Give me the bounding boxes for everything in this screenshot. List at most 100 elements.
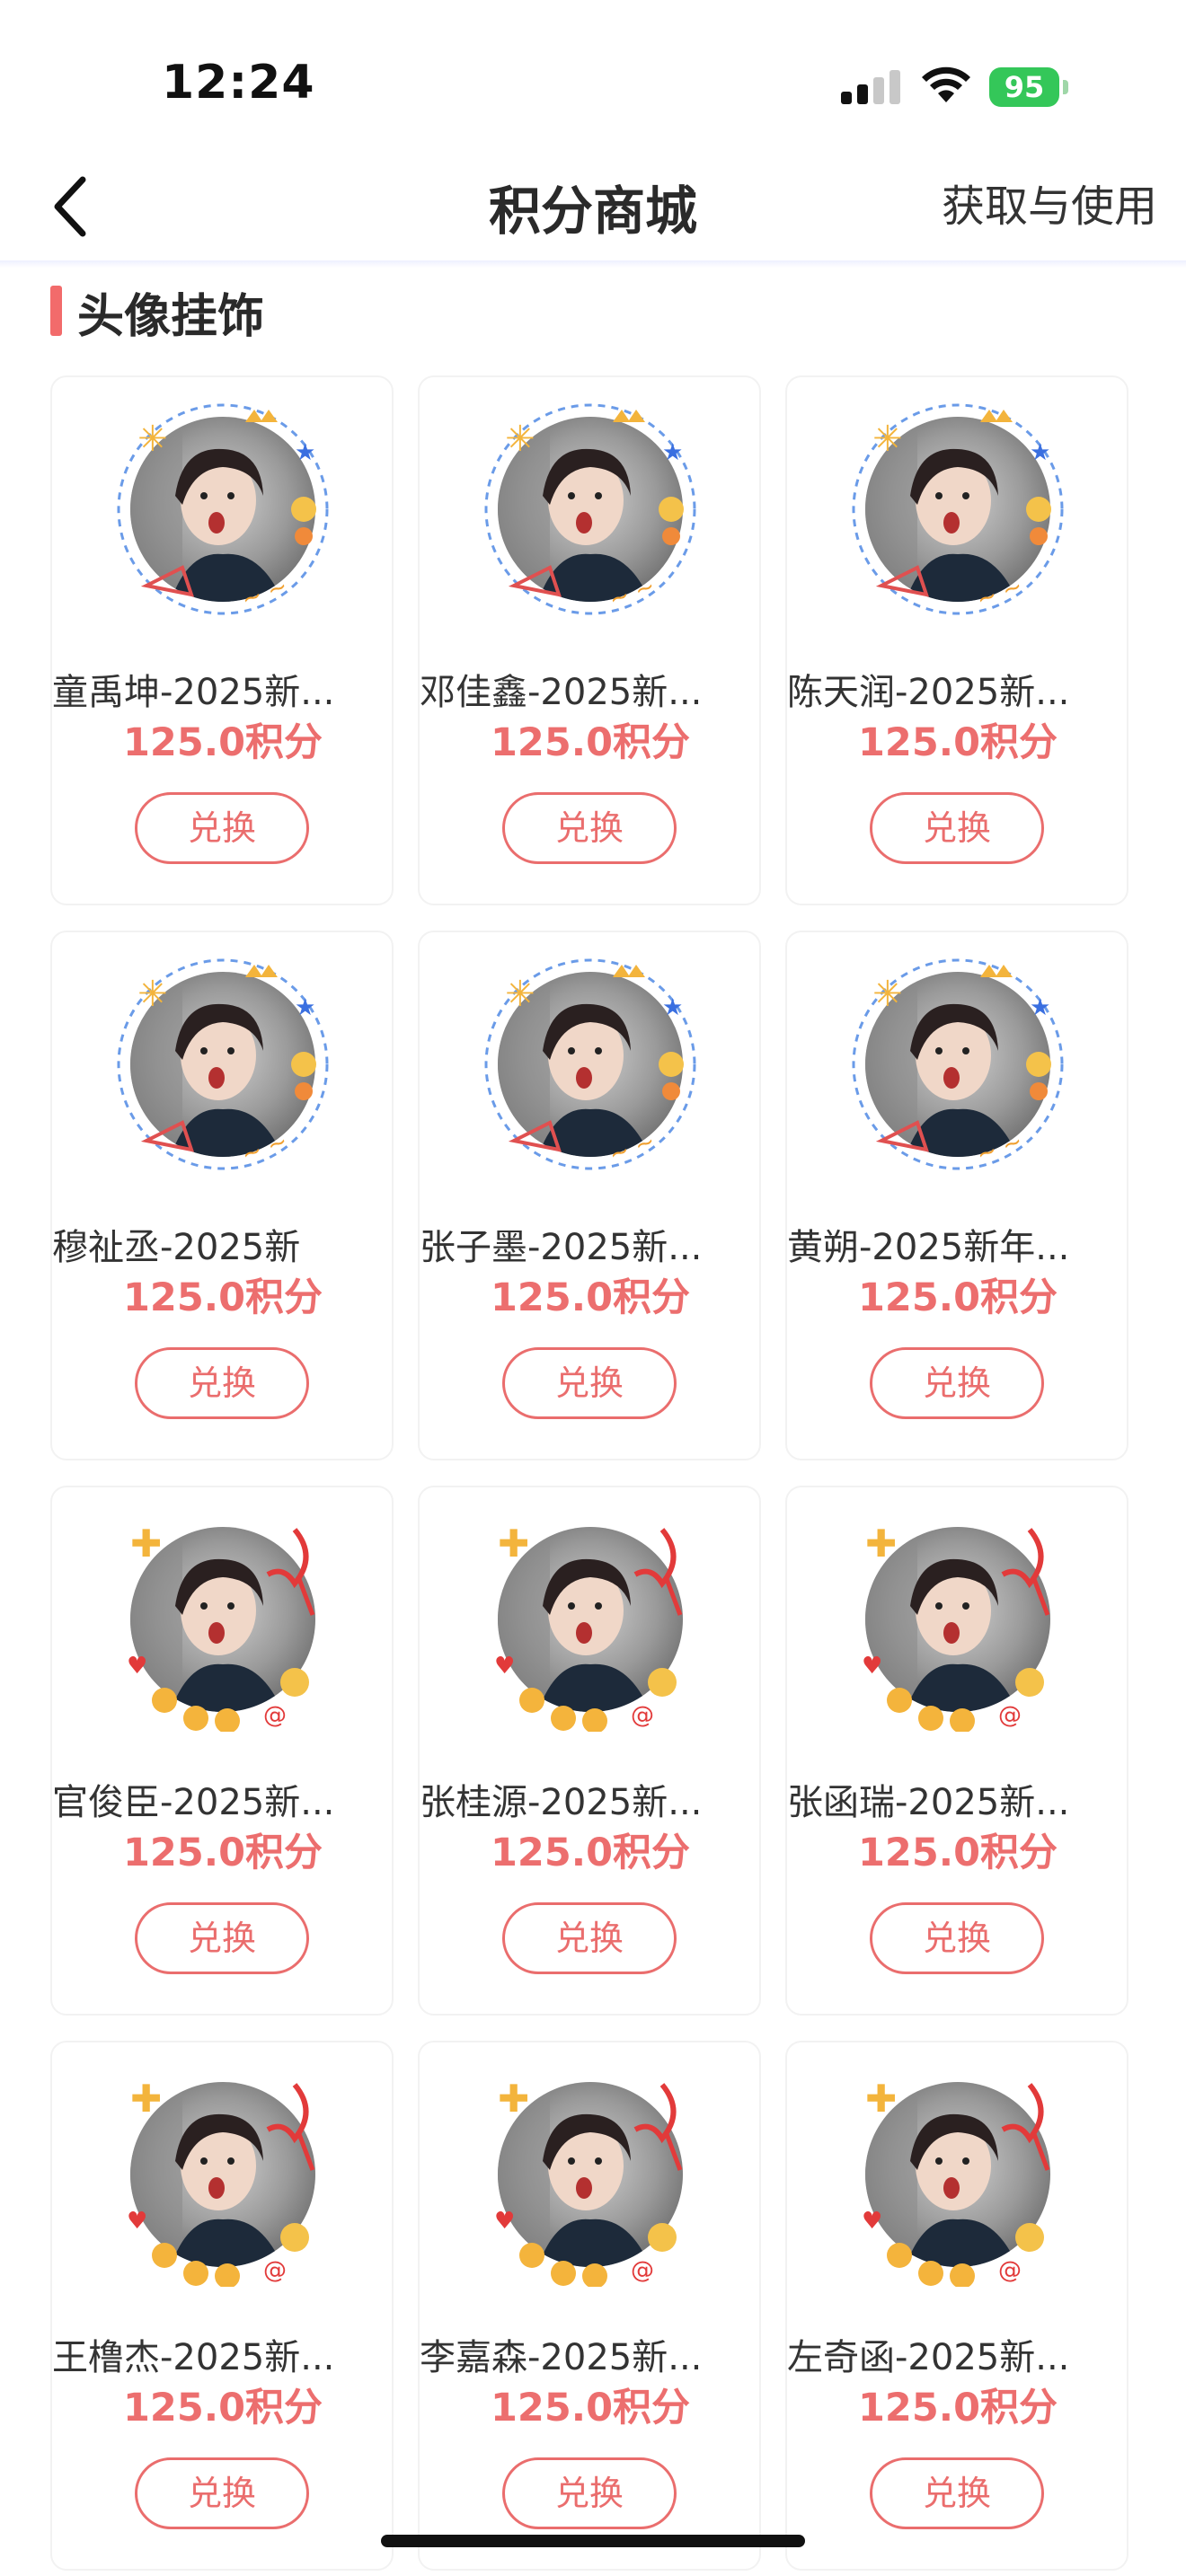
navigation-bar: 积分商城 获取与使用: [0, 153, 1186, 260]
product-card[interactable]: ✚ ♥ @ 李嘉森-2025新... 125.0积分 兑换: [418, 2041, 761, 2571]
product-price: 125.0积分: [857, 1831, 1058, 1875]
product-price: 125.0积分: [122, 720, 323, 765]
svg-text:✚: ✚: [865, 1522, 897, 1566]
product-price: 125.0积分: [857, 2386, 1058, 2430]
product-price: 125.0积分: [490, 720, 690, 765]
redeem-button[interactable]: 兑换: [135, 2457, 309, 2529]
product-price: 125.0积分: [490, 2386, 690, 2430]
avatar-frame-image: ✳ ★ ~ ~: [852, 958, 1064, 1177]
svg-text:♥: ♥: [862, 2208, 882, 2235]
avatar-frame-image: ✳ ★ ~ ~: [484, 958, 696, 1177]
redeem-button[interactable]: 兑换: [135, 1902, 309, 1974]
product-card[interactable]: ✚ ♥ @ 张函瑞-2025新... 125.0积分 兑换: [785, 1486, 1128, 2016]
product-card[interactable]: ✚ ♥ @ 官俊臣-2025新... 125.0积分 兑换: [50, 1486, 394, 2016]
svg-text:♥: ♥: [494, 2208, 515, 2235]
product-card[interactable]: ✳ ★ ~ ~ 黄朔-2025新年... 125.0积分 兑换: [785, 931, 1128, 1460]
redeem-button[interactable]: 兑换: [502, 1347, 677, 1419]
product-name: 邓佳鑫-2025新...: [420, 672, 703, 713]
earn-and-use-link[interactable]: 获取与使用: [942, 171, 1157, 234]
svg-text:✚: ✚: [498, 2077, 529, 2121]
svg-text:@: @: [263, 1702, 287, 1729]
product-name: 穆祉丞-2025新: [52, 1227, 301, 1268]
product-card[interactable]: ✳ ★ ~ ~ 张子墨-2025新... 125.0积分 兑换: [418, 931, 761, 1460]
redeem-button[interactable]: 兑换: [502, 2457, 677, 2529]
product-card[interactable]: ✳ ★ ~ ~ 陈天润-2025新... 125.0积分 兑换: [785, 375, 1128, 905]
svg-text:★: ★: [295, 439, 315, 466]
avatar-frame-image: ✚ ♥ @: [862, 2077, 1070, 2287]
product-price: 125.0积分: [490, 1275, 690, 1320]
product-price: 125.0积分: [490, 1831, 690, 1875]
avatar-frame-image: ✚ ♥ @: [862, 1522, 1070, 1732]
svg-text:✳: ✳: [137, 419, 168, 460]
product-card[interactable]: ✚ ♥ @ 左奇函-2025新... 125.0积分 兑换: [785, 2041, 1128, 2571]
avatar-frame-image: ✳ ★ ~ ~: [852, 403, 1064, 622]
svg-text:★: ★: [662, 994, 683, 1021]
product-card[interactable]: ✳ ★ ~ ~ 童禹坤-2025新... 125.0积分 兑换: [50, 375, 394, 905]
product-name: 王橹杰-2025新...: [52, 2337, 335, 2378]
svg-text:♥: ♥: [127, 2208, 147, 2235]
avatar-frame-image: ✚ ♥ @: [127, 1522, 335, 1732]
battery-level: 95: [1004, 70, 1045, 104]
svg-text:★: ★: [1030, 439, 1050, 466]
product-price: 125.0积分: [857, 720, 1058, 765]
product-price: 125.0积分: [857, 1275, 1058, 1320]
product-name: 黄朔-2025新年...: [787, 1227, 1070, 1268]
product-price: 125.0积分: [122, 1275, 323, 1320]
product-name: 李嘉森-2025新...: [420, 2337, 703, 2378]
svg-text:✳: ✳: [505, 974, 535, 1015]
redeem-button[interactable]: 兑换: [870, 792, 1044, 864]
product-name: 张函瑞-2025新...: [787, 1782, 1070, 1823]
svg-text:♥: ♥: [494, 1653, 515, 1680]
svg-text:@: @: [631, 2257, 654, 2284]
product-name: 张子墨-2025新...: [420, 1227, 703, 1268]
redeem-button[interactable]: 兑换: [870, 1347, 1044, 1419]
redeem-button[interactable]: 兑换: [135, 792, 309, 864]
svg-text:✚: ✚: [498, 1522, 529, 1566]
avatar-frame-image: ✚ ♥ @: [494, 1522, 703, 1732]
svg-text:★: ★: [662, 439, 683, 466]
avatar-frame-image: ✚ ♥ @: [127, 2077, 335, 2287]
svg-text:✳: ✳: [137, 974, 168, 1015]
svg-text:✳: ✳: [872, 419, 903, 460]
svg-text:@: @: [998, 2257, 1022, 2284]
svg-text:✳: ✳: [872, 974, 903, 1015]
product-price: 125.0积分: [122, 2386, 323, 2430]
svg-text:♥: ♥: [862, 1653, 882, 1680]
status-time: 12:24: [162, 56, 315, 110]
product-name: 童禹坤-2025新...: [52, 672, 335, 713]
product-card[interactable]: ✳ ★ ~ ~ 穆祉丞-2025新 125.0积分 兑换: [50, 931, 394, 1460]
cellular-signal-icon: [841, 70, 900, 104]
svg-text:★: ★: [1030, 994, 1050, 1021]
avatar-frame-image: ✳ ★ ~ ~: [117, 403, 329, 622]
section-accent-bar: [50, 286, 62, 336]
product-card[interactable]: ✳ ★ ~ ~ 邓佳鑫-2025新... 125.0积分 兑换: [418, 375, 761, 905]
avatar-frame-image: ✳ ★ ~ ~: [117, 958, 329, 1177]
redeem-button[interactable]: 兑换: [502, 792, 677, 864]
section-title: 头像挂饰: [77, 290, 265, 344]
battery-icon: 95: [989, 67, 1070, 107]
product-name: 陈天润-2025新...: [787, 672, 1070, 713]
product-name: 官俊臣-2025新...: [52, 1782, 335, 1823]
nav-divider: [0, 260, 1186, 268]
svg-text:✚: ✚: [130, 2077, 162, 2121]
product-name: 左奇函-2025新...: [787, 2337, 1070, 2378]
product-card[interactable]: ✚ ♥ @ 张桂源-2025新... 125.0积分 兑换: [418, 1486, 761, 2016]
redeem-button[interactable]: 兑换: [502, 1902, 677, 1974]
svg-text:@: @: [631, 1702, 654, 1729]
svg-text:✚: ✚: [865, 2077, 897, 2121]
svg-text:✚: ✚: [130, 1522, 162, 1566]
redeem-button[interactable]: 兑换: [870, 1902, 1044, 1974]
wifi-icon: [922, 66, 970, 102]
redeem-button[interactable]: 兑换: [870, 2457, 1044, 2529]
home-indicator[interactable]: [381, 2535, 805, 2547]
product-name: 张桂源-2025新...: [420, 1782, 703, 1823]
product-price: 125.0积分: [122, 1831, 323, 1875]
product-card[interactable]: ✚ ♥ @ 王橹杰-2025新... 125.0积分 兑换: [50, 2041, 394, 2571]
avatar-frame-image: ✚ ♥ @: [494, 2077, 703, 2287]
avatar-frame-image: ✳ ★ ~ ~: [484, 403, 696, 622]
svg-text:✳: ✳: [505, 419, 535, 460]
status-bar: 12:24 95: [0, 0, 1186, 153]
redeem-button[interactable]: 兑换: [135, 1347, 309, 1419]
svg-text:★: ★: [295, 994, 315, 1021]
svg-text:@: @: [998, 1702, 1022, 1729]
